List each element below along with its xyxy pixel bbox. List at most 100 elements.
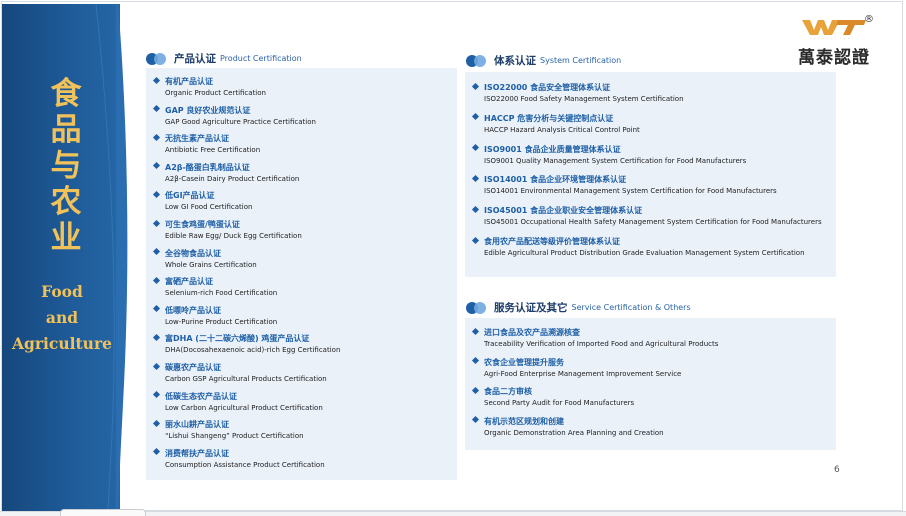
list-item: 低嘌呤产品认证 Low-Purine Product Certification [154,305,277,326]
list-item: 富DHA (二十二碳六烯酸) 鸡蛋产品认证 DHA(Docosahexaenoic… [154,333,340,354]
diamond-bullet-icon [154,308,160,312]
diamond-bullet-icon [473,209,479,213]
list-item: 富硒产品认证 Selenium-rich Food Certification [154,276,277,297]
list-item: 可生食鸡蛋/鸭蛋认证 Edible Raw Egg/ Duck Egg Certi… [154,219,302,240]
item-name-cn: ISO14001 食品企业环境管理体系认证 [484,175,627,185]
item-name-en: Carbon GSP Agricultural Products Certifi… [165,375,327,383]
item-title-row: 碳惠农产品认证 [154,362,327,373]
title-char: 与 [50,148,82,184]
list-item: 有机产品认证 Organic Product Certification [154,76,266,97]
list-item: GAP 良好农业规范认证 GAP Good Agriculture Practic… [154,105,316,126]
diamond-bullet-icon [154,423,160,427]
page-number: 6 [834,465,840,475]
item-name-cn: 食品二方审核 [484,387,532,397]
item-title-row: ISO9001 食品企业质量管理体系认证 [473,144,746,155]
system-panel: ISO22000 食品安全管理体系认证 ISO22000 Food Safety … [465,72,836,277]
list-item: 农食企业管理提升服务 Agri-Food Enterprise Managemen… [473,357,681,378]
company-name: 萬泰認證 [798,48,870,68]
diamond-bullet-icon [154,394,160,398]
item-title-row: ISO14001 食品企业环境管理体系认证 [473,174,777,185]
diamond-bullet-icon [154,80,160,84]
item-name-cn: A2β-酪蛋白乳制品认证 [165,162,250,172]
list-item: 进口食品及农产品溯源核查 Traceability Verification of… [473,327,718,348]
title-char: 食 [50,76,82,112]
bottom-tab[interactable] [60,509,146,516]
wt-logo-icon [802,20,866,35]
item-title-row: ISO22000 食品安全管理体系认证 [473,82,684,93]
item-title-row: 丽水山耕产品认证 [154,419,304,430]
item-name-cn: 食用农产品配送等级评价管理体系认证 [484,237,620,246]
section-title-en: System Certification [540,56,622,65]
company-logo: ® · · · · · · · · · · · · 萬泰認證 [796,14,882,68]
english-title: Food and Agriculture [10,279,114,357]
item-name-en: Whole Grains Certification [165,260,257,269]
diamond-bullet-icon [154,223,160,227]
item-title-row: ISO45001 食品企业职业安全管理体系认证 [473,205,822,216]
item-name-cn: 丽水山耕产品认证 [165,420,229,430]
item-title-row: 消费帮扶产品认证 [154,448,325,459]
list-item: HACCP 危害分析与关键控制点认证 HACCP Hazard Analysis … [473,113,640,134]
section-dots-icon [466,301,490,314]
list-item: ISO45001 食品企业职业安全管理体系认证 ISO45001 Occupati… [473,205,822,226]
item-name-cn: 消费帮扶产品认证 [165,448,229,458]
item-title-row: 富硒产品认证 [154,276,277,287]
diamond-bullet-icon [473,116,479,120]
item-name-en: Antibiotic Free Certification [165,146,261,155]
item-name-cn: HACCP 危害分析与关键控制点认证 [484,113,614,123]
product-panel: 有机产品认证 Organic Product Certification GAP 良… [146,68,457,480]
item-name-en: Edible Agricultural Product Distribution… [484,249,805,257]
section-title-en: Product Certification [220,54,302,63]
list-item: ISO9001 食品企业质量管理体系认证 ISO9001 Quality Mana… [473,144,746,165]
item-title-row: 食用农产品配送等级评价管理体系认证 [473,236,805,247]
diamond-bullet-icon [154,337,160,341]
slide-page: 食 品 与 农 业 Food and Agriculture ® · · · ·… [0,0,906,516]
title-char: 品 [50,112,82,148]
item-name-cn: ISO22000 食品安全管理体系认证 [484,83,611,92]
diamond-bullet-icon [154,165,160,169]
item-name-cn: 低碳生态农产品认证 [165,391,237,401]
list-item: 食品二方审核 Second Party Audit for Food Manufa… [473,386,634,407]
item-name-cn: 进口食品及农产品溯源核查 [484,328,580,337]
item-name-cn: 富硒产品认证 [165,277,213,287]
title-char: 业 [50,220,82,256]
diamond-bullet-icon [154,108,160,112]
list-item: 无抗生素产品认证 Antibiotic Free Certification [154,133,260,154]
item-name-en: HACCP Hazard Analysis Critical Control P… [484,125,640,134]
item-title-row: 进口食品及农产品溯源核查 [473,327,718,338]
section-title-cn: 体系认证 [494,55,536,67]
item-name-en: ISO9001 Quality Management System Certif… [484,156,747,165]
list-item: ISO22000 食品安全管理体系认证 ISO22000 Food Safety … [473,82,684,103]
item-title-row: GAP 良好农业规范认证 [154,105,316,116]
diamond-bullet-icon [154,137,160,141]
diamond-bullet-icon [473,331,479,335]
item-name-en: DHA(Docosahexaenoic acid)-rich Egg Certi… [165,346,341,355]
item-name-cn: 无抗生素产品认证 [165,134,229,144]
diamond-bullet-icon [154,194,160,198]
english-title-line: Agriculture [12,334,112,353]
diamond-bullet-icon [154,366,160,370]
title-char: 农 [50,184,82,220]
item-title-row: 无抗生素产品认证 [154,133,260,144]
item-title-row: 有机示范区规划和创建 [473,416,664,427]
list-item: 食用农产品配送等级评价管理体系认证 Edible Agricultural Pro… [473,236,805,257]
item-name-en: Agri-Food Enterprise Management Improvem… [484,369,682,378]
list-item: 低碳生态农产品认证 Low Carbon Agricultural Product… [154,391,323,412]
item-title-row: 富DHA (二十二碳六烯酸) 鸡蛋产品认证 [154,333,340,344]
diamond-bullet-icon [473,360,479,364]
section-title-cn: 产品认证 [174,53,216,65]
item-name-en: ISO22000 Food Safety Management System C… [484,95,684,103]
diamond-bullet-icon [473,147,479,151]
item-name-en: ISO14001 Environmental Management System… [484,187,777,196]
item-name-en: Second Party Audit for Food Manufacturer… [484,399,635,408]
item-name-cn: 低GI产品认证 [165,191,215,201]
list-item: ISO14001 食品企业环境管理体系认证 ISO14001 Environmen… [473,174,777,195]
diamond-bullet-icon [154,280,160,284]
logo-tagline-decoration: · · · · · · · · · · · · [810,37,859,41]
item-name-en: “Lishui Shangeng” Product Certification [165,432,304,441]
english-title-line: Food [41,282,83,301]
service-panel: 进口食品及农产品溯源核查 Traceability Verification of… [465,318,836,450]
item-name-en: ISO45001 Occupational Health Safety Mana… [484,218,822,227]
item-name-en: Selenium-rich Food Certification [165,289,278,298]
item-name-cn: 碳惠农产品认证 [165,363,221,372]
english-title-line: and [45,308,79,327]
